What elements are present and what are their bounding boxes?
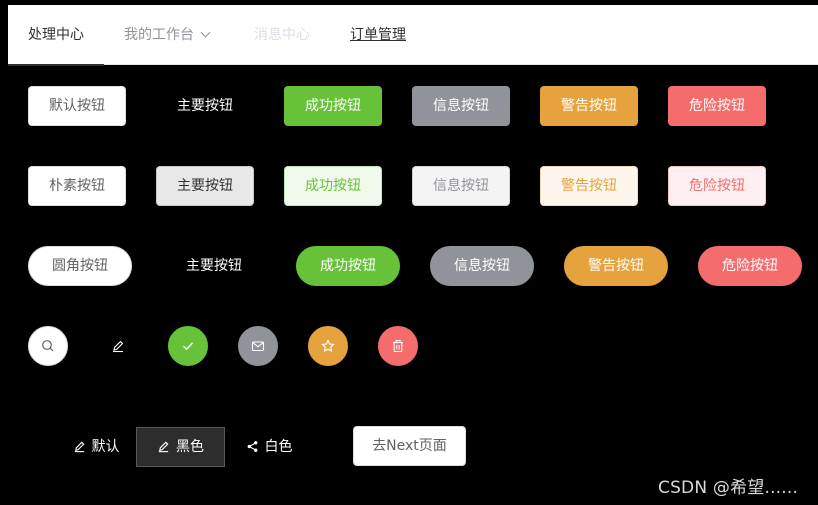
info-button[interactable]: 信息按钮 [412,86,510,126]
plain-danger-button[interactable]: 危险按钮 [668,166,766,206]
round-default-button[interactable]: 圆角按钮 [28,246,132,286]
menu-item-message-center[interactable]: 消息中心 [254,5,310,65]
share-icon [247,440,257,452]
round-danger-button[interactable]: 危险按钮 [698,246,802,286]
edit-icon [113,340,124,353]
edit-icon [158,441,169,452]
danger-button[interactable]: 危险按钮 [668,86,766,126]
group-white-button[interactable]: 白色 [225,427,313,467]
plain-info-button[interactable]: 信息按钮 [412,166,510,206]
group-black-label: 黑色 [176,439,204,455]
round-warning-button[interactable]: 警告按钮 [564,246,668,286]
star-icon [321,339,335,352]
success-button[interactable]: 成功按钮 [284,86,382,126]
check-icon [183,342,194,351]
menu-item-order-management[interactable]: 订单管理 [350,5,406,65]
round-primary-button[interactable]: 主要按钮 [162,246,266,286]
delete-icon [393,339,403,353]
round-success-button[interactable]: 成功按钮 [296,246,400,286]
message-icon [251,341,265,352]
plain-warning-button[interactable]: 警告按钮 [540,166,638,206]
menu-item-my-workbench[interactable]: 我的工作台 [124,5,211,65]
circle-search-button[interactable] [28,326,68,366]
warning-button[interactable]: 警告按钮 [540,86,638,126]
watermark: CSDN @希望...... [658,478,799,498]
circle-edit-button[interactable] [98,326,138,366]
go-next-page-button[interactable]: 去Next页面 [353,426,466,466]
group-default-button[interactable]: 默认 [56,427,136,467]
nav-menu: 处理中心 我的工作台 消息中心 订单管理 [8,5,818,66]
primary-button[interactable]: 主要按钮 [156,86,254,126]
group-black-button[interactable]: 黑色 [136,427,225,467]
circle-delete-button[interactable] [378,326,418,366]
circle-star-button[interactable] [308,326,348,366]
search-icon [42,340,54,352]
plain-primary-button[interactable]: 主要按钮 [156,166,254,206]
circle-check-button[interactable] [168,326,208,366]
group-default-label: 默认 [91,439,120,455]
plain-success-button[interactable]: 成功按钮 [284,166,382,206]
menu-item-processing-center[interactable]: 处理中心 [8,5,104,66]
circle-message-button[interactable] [238,326,278,366]
edit-icon [74,441,84,452]
menu-item-label: 我的工作台 [124,27,194,43]
round-info-button[interactable]: 信息按钮 [430,246,534,286]
chevron-down-icon [200,27,211,38]
default-button[interactable]: 默认按钮 [28,86,126,126]
group-white-label: 白色 [264,439,293,455]
plain-default-button[interactable]: 朴素按钮 [28,166,126,206]
